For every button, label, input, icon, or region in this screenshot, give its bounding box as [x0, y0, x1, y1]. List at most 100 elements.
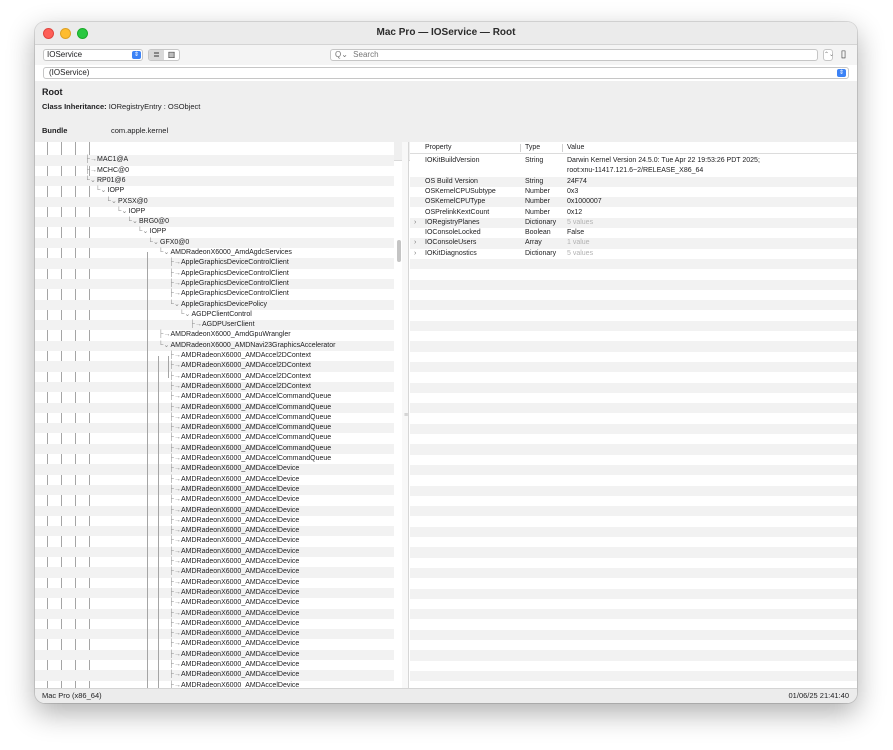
tree-row[interactable]: ├→ AppleGraphicsDeviceControlClient: [35, 278, 394, 290]
tree-connector-icon: ├→: [169, 352, 181, 359]
divider-grip-icon: ≡: [404, 412, 409, 419]
tree-row[interactable]: └⌄ AppleGraphicsDevicePolicy: [35, 299, 394, 310]
tree-row[interactable]: ├→ AMDRadeonX6000_AMDAccel2DContext: [35, 361, 394, 372]
tree-row[interactable]: ├→ AppleGraphicsDeviceControlClient: [35, 258, 394, 269]
property-row[interactable]: › IOKitDiagnostics Dictionary 5 values: [410, 249, 857, 259]
tree-row[interactable]: ├→ AMDRadeonX6000_AMDAccelDevice: [35, 546, 394, 557]
tree-row-label: AMDRadeonX6000_AMDAccelCommandQueue: [181, 413, 332, 421]
tree-row[interactable]: ├→ AMDRadeonX6000_AMDAccel2DContext: [35, 351, 394, 361]
tree-row[interactable]: ├→ AMDRadeonX6000_AMDAccelDevice: [35, 639, 394, 649]
disclosure-chevron-icon[interactable]: ›: [414, 218, 416, 228]
property-row[interactable]: IOConsoleLocked Boolean False: [410, 228, 857, 238]
tree-connector-icon: ├→: [169, 290, 181, 298]
tree-row[interactable]: ├→ AMDRadeonX6000_AMDAccelDevice: [35, 484, 394, 496]
tree-row[interactable]: ├→ AMDRadeonX6000_AMDAccelDevice: [35, 608, 394, 619]
tree-row[interactable]: └⌄ AGDPClientControl: [35, 310, 394, 320]
tree-row[interactable]: └⌄ AMDRadeonX6000_AMDNavi23GraphicsAccele…: [35, 340, 394, 351]
tree-row[interactable]: ├→ AMDRadeonX6000_AMDAccelCommandQueue: [35, 392, 394, 402]
property-row[interactable]: IOKitBuildVersion String Darwin Kernel Ver…: [410, 156, 857, 177]
tree-row[interactable]: ├→ AMDRadeonX6000_AMDAccelDevice: [35, 619, 394, 629]
tree-row[interactable]: ├→ AppleGraphicsDeviceControlClient: [35, 269, 394, 279]
sidebar-toggle-icon[interactable]: ▯: [837, 48, 850, 62]
tree-row[interactable]: ├→ AMDRadeonX6000_AMDAccelCommandQueue: [35, 402, 394, 413]
tree-row[interactable]: └⌄ IOPP: [35, 227, 394, 237]
property-name: OS Build Version: [425, 177, 478, 185]
column-header-value[interactable]: Value: [567, 142, 584, 154]
tree-row[interactable]: ├→ AMDRadeonX6000_AMDAccelDevice: [35, 598, 394, 608]
tree-row[interactable]: └⌄ BRG0@0: [35, 217, 394, 228]
tree-row[interactable]: ├→ AMDRadeonX6000_AMDAccelDevice: [35, 536, 394, 546]
tree-row[interactable]: ├→ AMDRadeonX6000_AMDAccelCommandQueue: [35, 443, 394, 454]
properties-table[interactable]: Property Type Value IOKitBuildVersion Str…: [410, 142, 857, 688]
property-row[interactable]: OSPrelinkKextCount Number 0x12: [410, 208, 857, 218]
tree-row[interactable]: ├→ AMDRadeonX6000_AMDAccelDevice: [35, 681, 394, 688]
disclosure-chevron-icon[interactable]: ›: [414, 238, 416, 248]
tree-row[interactable]: ├→ MAC1@A: [35, 155, 394, 166]
property-row[interactable]: OSKernelCPUType Number 0x1000007: [410, 197, 857, 208]
tree-row-label: PXSX@0: [118, 197, 148, 205]
tree-row[interactable]: ├→ AMDRadeonX6000_AMDAccelCommandQueue: [35, 423, 394, 434]
search-input[interactable]: [353, 50, 774, 59]
property-row[interactable]: › IORegistryPlanes Dictionary 5 values: [410, 217, 857, 229]
property-value: 5 values: [567, 249, 594, 257]
tree-row[interactable]: ├→ AMDRadeonX6000_AMDAccelDevice: [35, 526, 394, 537]
tree-row-label: AMDRadeonX6000_AMDAccelDevice: [181, 537, 300, 545]
property-row[interactable]: › IOConsoleUsers Array 1 value: [410, 238, 857, 249]
tree-row[interactable]: ├→ AMDRadeonX6000_AMDAccelDevice: [35, 649, 394, 660]
tree-row[interactable]: [35, 145, 394, 155]
tree-row-label: AMDRadeonX6000_AMDAccel2DContext: [181, 372, 311, 380]
tree-row[interactable]: ├→ MCHC@0: [35, 166, 394, 176]
tree-row[interactable]: ├→ AMDRadeonX6000_AMDAccelDevice: [35, 670, 394, 681]
tree-row[interactable]: ├→ AMDRadeonX6000_AMDAccelCommandQueue: [35, 413, 394, 423]
property-row[interactable]: OSKernelCPUSubtype Number 0x3: [410, 187, 857, 197]
empty-row: [410, 382, 857, 393]
plane-popup[interactable]: IOService ⇕: [43, 49, 143, 61]
tree-row[interactable]: ├→ AMDRadeonX6000_AMDAccelDevice: [35, 587, 394, 599]
tree-row[interactable]: ├→ AMDRadeonX6000_AMDAccelCommandQueue: [35, 433, 394, 443]
tree-row[interactable]: └⌄ PXSX@0: [35, 196, 394, 207]
property-name: IOConsoleUsers: [425, 239, 477, 247]
tree-row[interactable]: ├→ AMDRadeonX6000_AmdGpuWrangler: [35, 330, 394, 340]
tree-row[interactable]: └⌄ IOPP: [35, 207, 394, 217]
tree-row[interactable]: ├→ AMDRadeonX6000_AMDAccelDevice: [35, 475, 394, 485]
registry-tree[interactable]: ├→ MAC1@A ├→ MCHC@0 └⌄ RP01@6 └⌄ IOPP └⌄ PXSX@0 └⌄…: [35, 142, 394, 688]
tree-connector-icon: ├→: [169, 465, 181, 473]
tree-row[interactable]: ├→ AppleGraphicsDeviceControlClient: [35, 289, 394, 299]
stepper-icon[interactable]: ⌃⌄: [823, 49, 834, 61]
tree-row[interactable]: ├→ AMDRadeonX6000_AMDAccelDevice: [35, 578, 394, 588]
tree-row[interactable]: ├→ AMDRadeonX6000_AMDAccelDevice: [35, 557, 394, 567]
tree-connector-icon: ├→: [169, 455, 181, 462]
split-view-divider[interactable]: ≡: [402, 142, 409, 688]
tree-row[interactable]: ├→ AMDRadeonX6000_AMDAccelDevice: [35, 567, 394, 578]
tree-row[interactable]: ├→ AMDRadeonX6000_AMDAccelDevice: [35, 505, 394, 516]
list-view-icon[interactable]: ≣: [149, 50, 164, 60]
property-type: Number: [525, 208, 550, 216]
tree-row[interactable]: ├→ AMDRadeonX6000_AMDAccelDevice: [35, 464, 394, 475]
class-filter-popup[interactable]: (IOService) ⇕: [43, 67, 849, 79]
tree-row[interactable]: ├→ AMDRadeonX6000_AMDAccelDevice: [35, 629, 394, 640]
disclosure-chevron-icon[interactable]: ›: [414, 249, 416, 259]
tree-expanded-connector-icon: └⌄: [106, 197, 117, 205]
tree-row[interactable]: └⌄ GFX0@0: [35, 237, 394, 248]
column-header-property[interactable]: Property: [425, 142, 451, 154]
tree-row-label: AMDRadeonX6000_AMDAccelDevice: [181, 630, 300, 638]
tree-connector-icon: ├→: [169, 681, 181, 688]
tree-row[interactable]: └⌄ AMDRadeonX6000_AmdAgdcServices: [35, 248, 394, 258]
tree-scrollbar[interactable]: [397, 240, 401, 262]
tree-row[interactable]: ├→ AMDRadeonX6000_AMDAccel2DContext: [35, 372, 394, 382]
tree-row[interactable]: ├→ AMDRadeonX6000_AMDAccelDevice: [35, 660, 394, 670]
tree-row-label: AMDRadeonX6000_AmdGpuWrangler: [170, 331, 291, 339]
tree-row[interactable]: ├→ AGDPUserClient: [35, 320, 394, 331]
tree-row[interactable]: ├→ AMDRadeonX6000_AMDAccel2DContext: [35, 381, 394, 393]
tree-row[interactable]: ├→ AMDRadeonX6000_AMDAccelDevice: [35, 495, 394, 505]
tree-row[interactable]: ├→ AMDRadeonX6000_AMDAccelCommandQueue: [35, 454, 394, 464]
search-field[interactable]: Q⌄: [330, 49, 818, 61]
column-view-icon[interactable]: ▥: [164, 50, 179, 60]
column-header-type[interactable]: Type: [525, 142, 540, 154]
tree-row[interactable]: └⌄ IOPP: [35, 186, 394, 196]
property-row[interactable]: OS Build Version String 24F74: [410, 176, 857, 187]
tree-row-label: AMDRadeonX6000_AMDAccelCommandQueue: [181, 455, 332, 462]
tree-row[interactable]: └⌄ RP01@6: [35, 175, 394, 187]
property-value: Darwin Kernel Version 24.5.0: Tue Apr 22…: [567, 157, 760, 164]
tree-row[interactable]: ├→ AMDRadeonX6000_AMDAccelDevice: [35, 516, 394, 526]
